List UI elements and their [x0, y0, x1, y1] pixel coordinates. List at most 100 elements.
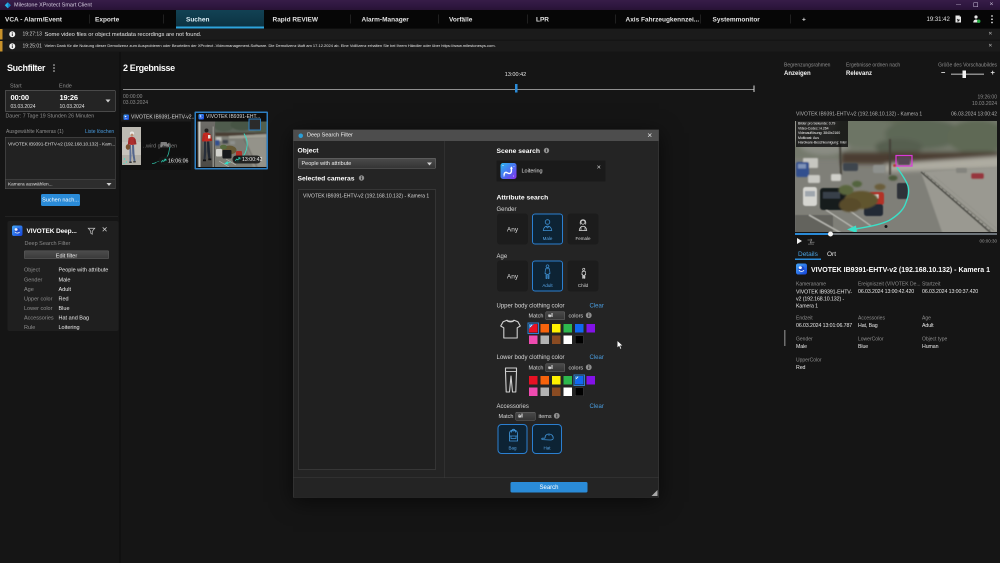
- color-swatch-brown[interactable]: [552, 336, 561, 345]
- preview-size-slider[interactable]: [951, 74, 984, 76]
- color-swatch-brown[interactable]: [552, 388, 561, 397]
- color-swatch-gray[interactable]: [541, 388, 550, 397]
- color-swatch-black[interactable]: [575, 388, 584, 397]
- notification-close-icon[interactable]: ✕: [988, 43, 992, 49]
- hover-action-box[interactable]: [249, 119, 262, 131]
- tab-vorfaelle[interactable]: Vorfälle: [449, 10, 472, 29]
- close-button[interactable]: ✕: [985, 1, 998, 8]
- result-card[interactable]: VIVOTEK IB9391-EHTV-v2... ..wird geladen: [121, 113, 191, 170]
- minimize-button[interactable]: —: [952, 1, 965, 8]
- tab-alarm-manager[interactable]: Alarm-Manager: [362, 10, 409, 29]
- color-swatch-blue-selected[interactable]: [575, 376, 584, 385]
- clear-list-link[interactable]: Liste löschen: [85, 129, 114, 135]
- user-profile-icon[interactable]: [972, 15, 981, 24]
- tab-add-button[interactable]: +: [802, 10, 806, 29]
- scene-search-chip[interactable]: Loitering ✕: [497, 161, 606, 182]
- resize-grip-icon[interactable]: [652, 490, 658, 496]
- search-for-button[interactable]: Suchen nach...: [41, 194, 80, 206]
- export-status-icon[interactable]: [954, 15, 963, 24]
- scene-chip-remove-icon[interactable]: ✕: [597, 164, 602, 171]
- color-swatch-pink[interactable]: [529, 336, 538, 345]
- end-time: 19:26: [60, 94, 78, 103]
- tab-lpr[interactable]: LPR: [536, 10, 549, 29]
- independent-playback-icon[interactable]: [807, 238, 815, 245]
- slider-handle[interactable]: [963, 71, 967, 79]
- camera-select-dropdown[interactable]: Kamera auswählen...: [5, 180, 116, 190]
- color-swatch-yellow[interactable]: [552, 324, 561, 333]
- bounding-box-value[interactable]: Anzeigen: [784, 70, 811, 77]
- color-swatch-red[interactable]: [529, 376, 538, 385]
- selected-cameras-list[interactable]: VIVOTEK IB9391-EHTV-v2 (192.168.10.132) …: [5, 137, 116, 180]
- search-button[interactable]: Search: [511, 482, 588, 493]
- accessory-hat-card[interactable]: Hat: [532, 424, 562, 454]
- dialog-titlebar[interactable]: Deep Search Filter ✕: [294, 130, 659, 141]
- color-swatch-purple[interactable]: [587, 376, 596, 385]
- tab-axis-fahrzeugkennzeichen[interactable]: Axis Fahrzeugkennzei...: [626, 10, 700, 29]
- tab-exporte[interactable]: Exporte: [95, 10, 119, 29]
- play-button-icon[interactable]: [797, 238, 802, 244]
- color-swatch-gray[interactable]: [541, 336, 550, 345]
- maximize-button[interactable]: [969, 1, 982, 8]
- object-dropdown[interactable]: People with attribute: [298, 158, 436, 169]
- result-card-selected[interactable]: VIVOTEK IB9391-EHT...: [195, 112, 269, 170]
- color-swatch-orange[interactable]: [541, 376, 550, 385]
- video-progress-knob[interactable]: [828, 232, 833, 237]
- tab-separator: [527, 15, 528, 24]
- accessories-clear-link[interactable]: Clear: [590, 403, 604, 410]
- lower-clear-link[interactable]: Clear: [590, 354, 604, 361]
- gender-any-card[interactable]: Any: [497, 214, 528, 245]
- age-any-card[interactable]: Any: [497, 261, 528, 292]
- color-swatch-white[interactable]: [564, 388, 573, 397]
- gender-label: Gender: [497, 206, 517, 213]
- gender-male-card[interactable]: Male: [532, 214, 563, 245]
- color-swatch-green[interactable]: [564, 324, 573, 333]
- sidebar-menu-kebab-icon[interactable]: [53, 64, 55, 72]
- accessory-bag-card[interactable]: Bag: [498, 424, 528, 454]
- timeline-marker-label: 13:00:42: [499, 72, 532, 78]
- results-count: 2 Ergebnisse: [123, 63, 175, 74]
- tab-vca-alarm-event[interactable]: VCA - Alarm/Event: [5, 10, 62, 29]
- color-swatch-green[interactable]: [564, 376, 573, 385]
- color-swatch-white[interactable]: [564, 336, 573, 345]
- panel-close-icon[interactable]: ✕: [102, 225, 108, 234]
- color-swatch-red-selected[interactable]: [529, 324, 538, 333]
- tab-location[interactable]: Ort: [827, 250, 836, 258]
- lower-match-dropdown[interactable]: all: [546, 364, 566, 373]
- age-adult-card[interactable]: Adult: [532, 261, 563, 292]
- color-swatch-yellow[interactable]: [552, 376, 561, 385]
- bag-icon: [507, 429, 520, 443]
- accessories-match-dropdown[interactable]: all: [516, 412, 536, 421]
- notification-close-icon[interactable]: ✕: [988, 31, 992, 37]
- dialog-close-icon[interactable]: ✕: [647, 132, 652, 140]
- menu-kebab-icon[interactable]: [991, 15, 994, 25]
- upper-clear-link[interactable]: Clear: [590, 302, 604, 309]
- timeline-bar[interactable]: [123, 89, 755, 90]
- time-range-picker[interactable]: 00:00 19:26 03.03.2024 10.03.2024: [5, 90, 116, 112]
- color-swatch-pink[interactable]: [529, 388, 538, 397]
- color-swatch-purple[interactable]: [587, 324, 596, 333]
- color-swatch-blue[interactable]: [575, 324, 584, 333]
- dialog-camera-item[interactable]: VIVOTEK IB9391-EHTV-v2 (192.168.10.132) …: [303, 194, 429, 200]
- video-preview[interactable]: Bilder pro Sekunde: 0,79 Video-Codec: H.…: [795, 121, 997, 232]
- slider-minus-icon[interactable]: −: [941, 69, 945, 78]
- dialog-camera-list[interactable]: VIVOTEK IB9391-EHTV-v2 (192.168.10.132) …: [298, 190, 436, 470]
- sort-by-value[interactable]: Relevanz: [846, 70, 872, 77]
- camera-list-item[interactable]: VIVOTEK IB9391-EHTV-v2 (192.168.10.132) …: [8, 142, 115, 148]
- age-child-card[interactable]: Child: [568, 261, 599, 292]
- chevron-down-icon: [548, 367, 552, 370]
- edit-filter-button[interactable]: Edit filter: [24, 251, 109, 260]
- color-swatch-orange[interactable]: [541, 324, 550, 333]
- slider-plus-icon[interactable]: +: [991, 69, 995, 78]
- filter-funnel-icon[interactable]: [88, 228, 95, 235]
- detail-value: Blue: [858, 344, 920, 350]
- timeline-position-marker[interactable]: [515, 84, 518, 93]
- tab-details[interactable]: Details: [798, 250, 818, 258]
- tab-suchen[interactable]: Suchen: [176, 10, 264, 29]
- milestone-logo-icon: [5, 2, 12, 9]
- upper-match-dropdown[interactable]: all: [546, 312, 566, 321]
- tab-systemmonitor[interactable]: Systemmonitor: [713, 10, 760, 29]
- color-swatch-black[interactable]: [575, 336, 584, 345]
- gender-female-card[interactable]: Female: [568, 214, 599, 245]
- tab-rapid-review[interactable]: Rapid REVIEW: [273, 10, 319, 29]
- details-scrollbar[interactable]: [784, 330, 786, 346]
